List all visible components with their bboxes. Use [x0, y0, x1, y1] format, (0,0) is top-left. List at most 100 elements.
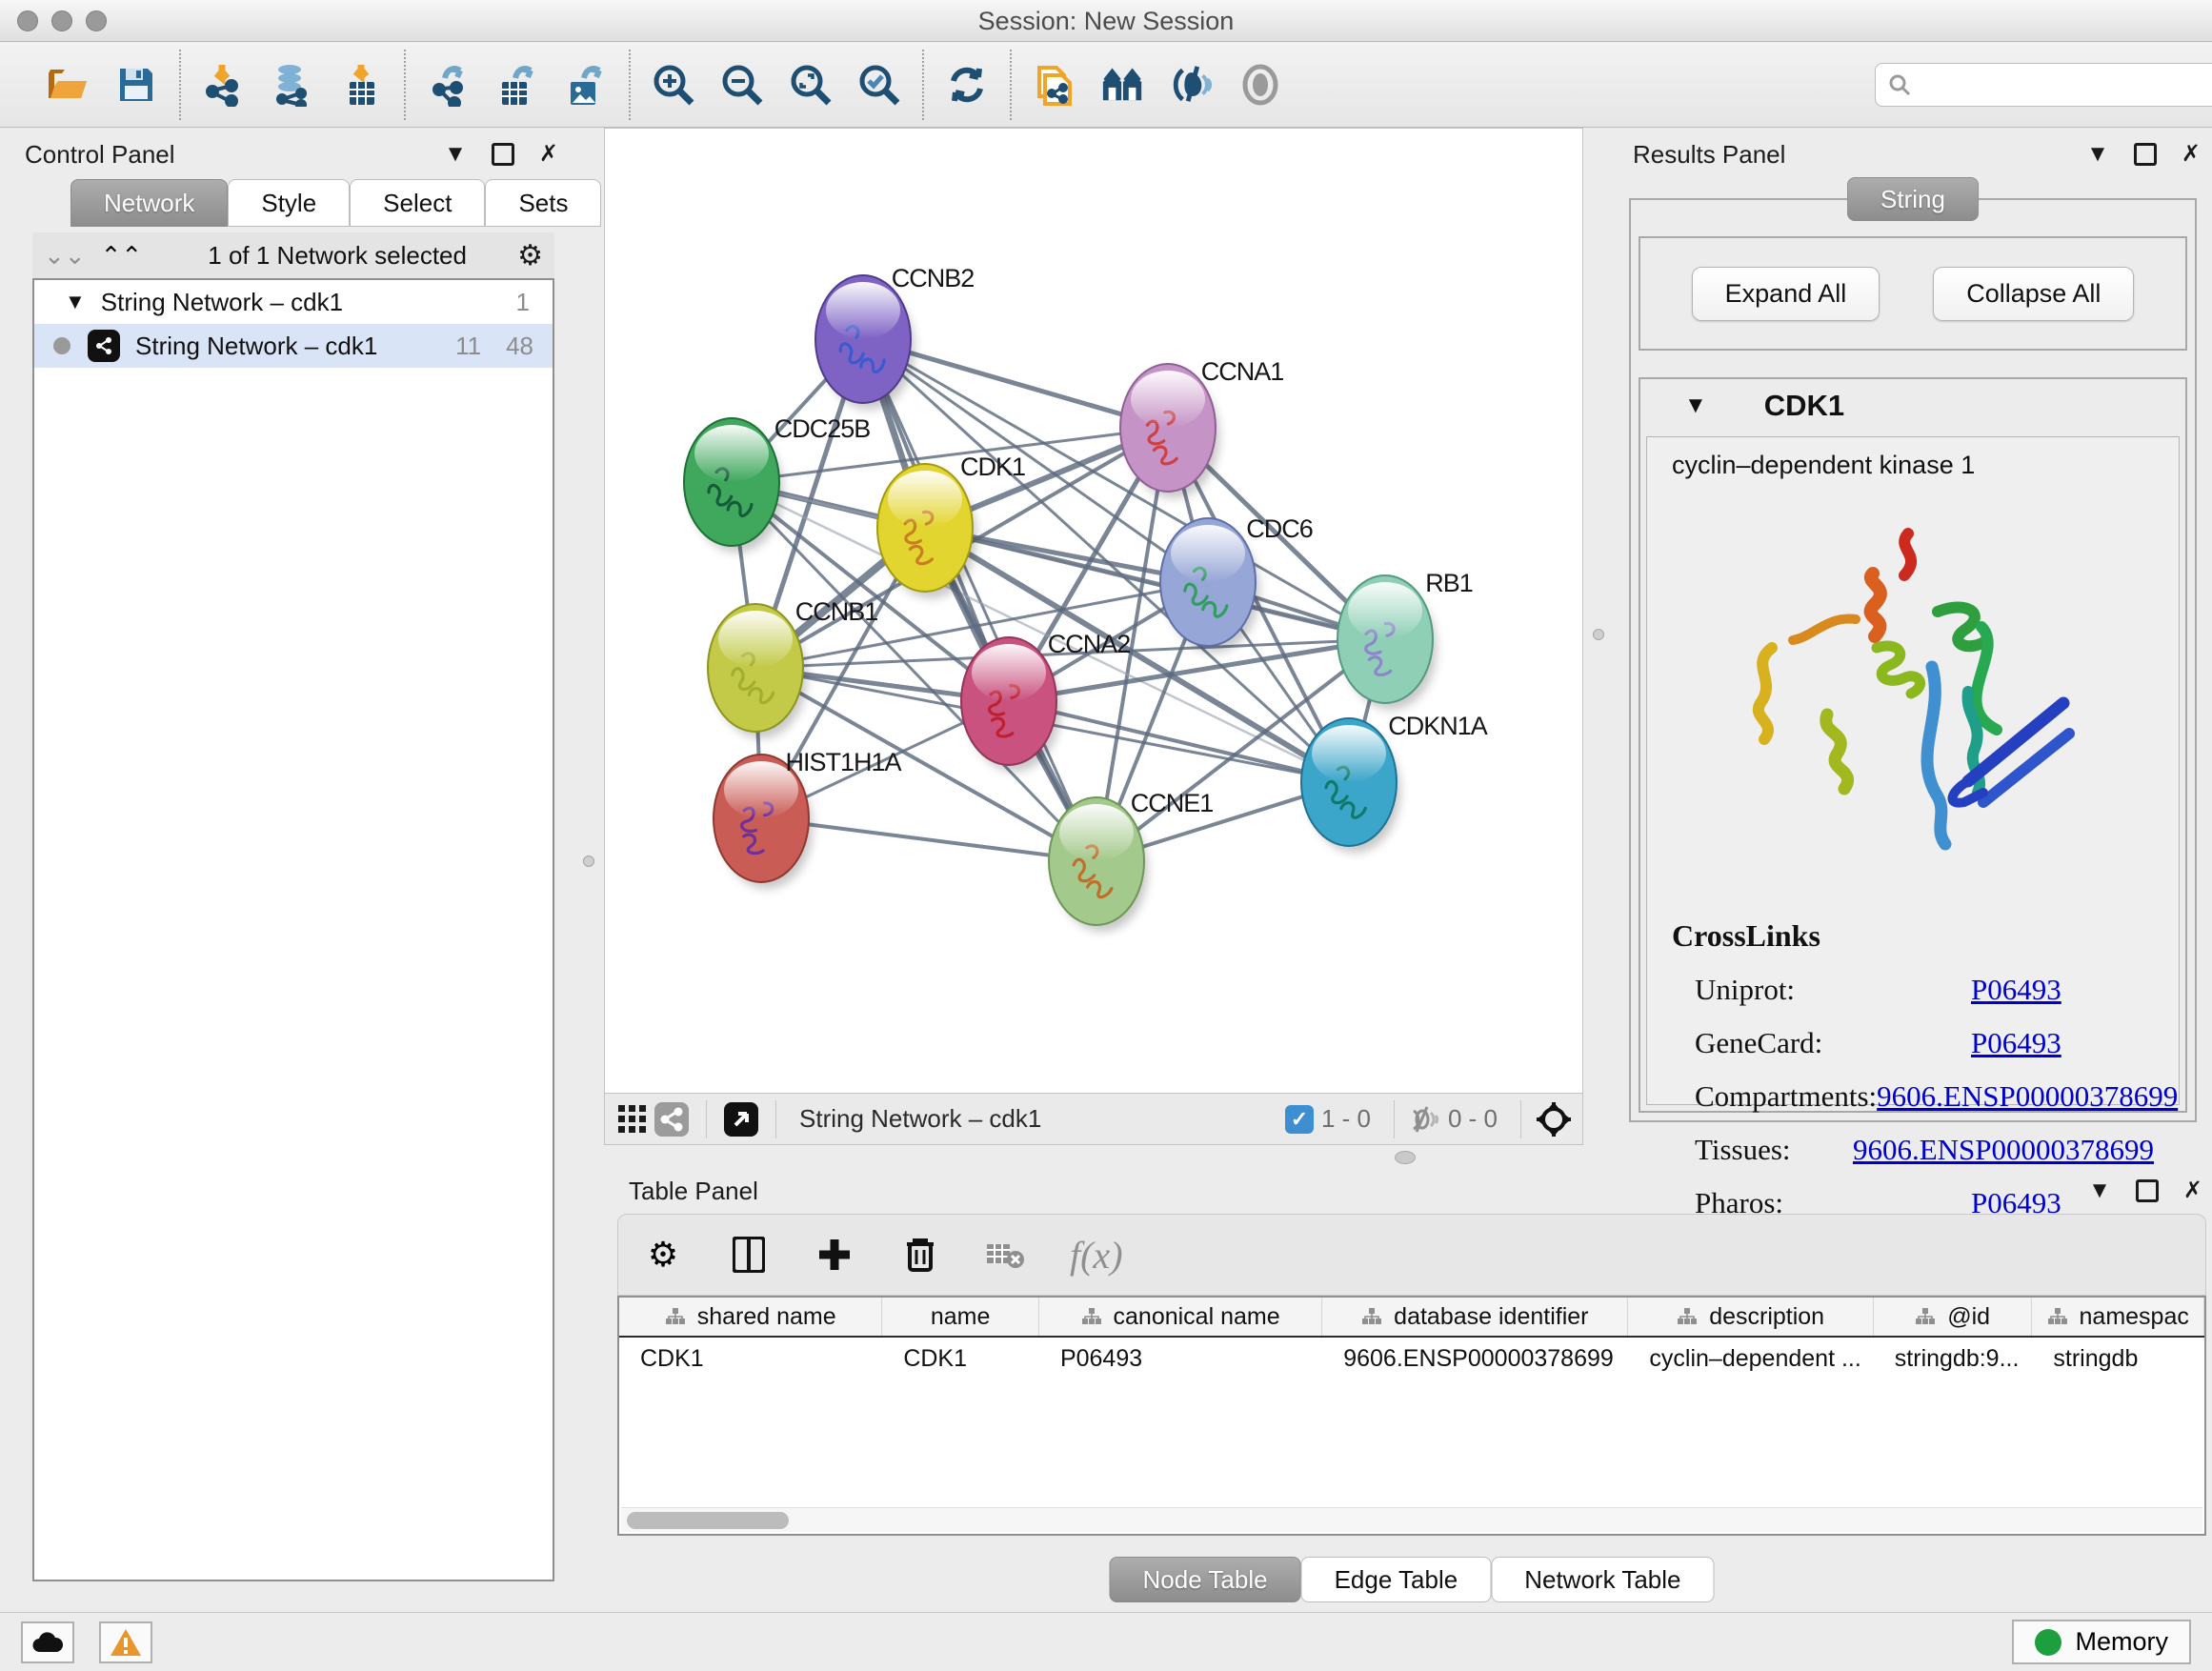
- fit-selected-crosshair-icon[interactable]: [1535, 1100, 1573, 1138]
- tab-node-table[interactable]: Node Table: [1110, 1557, 1301, 1602]
- zoom-out-icon[interactable]: [720, 63, 764, 107]
- panel-menu-icon[interactable]: ▼: [2088, 1179, 2111, 1202]
- table-cell[interactable]: cyclin–dependent ...: [1628, 1338, 1873, 1379]
- table-cell[interactable]: P06493: [1039, 1338, 1322, 1379]
- function-builder-icon[interactable]: f(x): [1070, 1233, 1123, 1278]
- copy-network-icon[interactable]: [1033, 63, 1076, 107]
- column-header-namespac[interactable]: namespac: [2032, 1298, 2204, 1336]
- close-panel-icon[interactable]: ✗: [539, 143, 558, 166]
- expand-all-button[interactable]: Expand All: [1692, 267, 1880, 321]
- refresh-icon[interactable]: [945, 63, 989, 107]
- memory-label: Memory: [2075, 1627, 2168, 1657]
- tab-style[interactable]: Style: [228, 179, 350, 227]
- save-session-icon[interactable]: [114, 63, 158, 107]
- expand-all-networks-icon[interactable]: ⌃⌃: [101, 241, 143, 271]
- network-node-ccna1[interactable]: CCNA1: [1120, 357, 1283, 498]
- crosslink-link[interactable]: P06493: [1971, 973, 2061, 1007]
- crosslink-link[interactable]: P06493: [1971, 1026, 2061, 1060]
- table-options-gear-icon[interactable]: ⚙: [641, 1233, 685, 1277]
- export-network-icon[interactable]: [427, 63, 471, 107]
- status-bar: Memory: [0, 1612, 2212, 1671]
- crosslink-link[interactable]: 9606.ENSP00000378699: [1853, 1133, 2154, 1167]
- import-network-icon[interactable]: [202, 63, 246, 107]
- panel-menu-icon[interactable]: ▼: [444, 143, 467, 166]
- entry-caret-icon[interactable]: ▼: [1684, 393, 1707, 419]
- tab-string[interactable]: String: [1847, 177, 1979, 221]
- column-header-database-identifier[interactable]: database identifier: [1322, 1298, 1628, 1336]
- title-bar: Session: New Session: [0, 0, 2212, 42]
- table-cell[interactable]: 9606.ENSP00000378699: [1322, 1338, 1628, 1379]
- network-node-cdkn1a[interactable]: CDKN1A: [1301, 712, 1488, 853]
- first-neighbors-icon[interactable]: [1101, 63, 1145, 107]
- show-all-icon[interactable]: [1238, 63, 1282, 107]
- show-columns-icon[interactable]: [727, 1233, 771, 1277]
- add-column-icon[interactable]: [813, 1233, 856, 1277]
- network-node-rb1[interactable]: RB1: [1337, 569, 1473, 710]
- network-badge-icon[interactable]: [651, 1101, 693, 1137]
- network-row[interactable]: String Network – cdk1 1148: [34, 324, 553, 368]
- zoom-fit-icon[interactable]: [789, 63, 833, 107]
- network-options-gear-icon[interactable]: ⚙: [517, 239, 543, 272]
- table-cell[interactable]: CDK1: [882, 1338, 1039, 1379]
- panel-menu-icon[interactable]: ▼: [2086, 143, 2109, 166]
- collapse-all-networks-icon[interactable]: ⌄⌄: [44, 241, 86, 271]
- zoom-in-icon[interactable]: [652, 63, 695, 107]
- tab-edge-table[interactable]: Edge Table: [1301, 1557, 1492, 1602]
- left-splitter-handle[interactable]: [583, 856, 594, 867]
- column-header-shared-name[interactable]: shared name: [619, 1298, 882, 1336]
- right-splitter-handle[interactable]: [1593, 629, 1604, 640]
- table-horizontal-scrollbar[interactable]: [621, 1507, 2202, 1532]
- float-panel-icon[interactable]: [2134, 143, 2157, 166]
- column-header-name[interactable]: name: [882, 1298, 1039, 1336]
- float-panel-icon[interactable]: [492, 143, 514, 166]
- warnings-button[interactable]: [99, 1621, 152, 1663]
- column-header-description[interactable]: description: [1628, 1298, 1873, 1336]
- export-image-icon[interactable]: [564, 63, 608, 107]
- column-header-canonical-name[interactable]: canonical name: [1039, 1298, 1322, 1336]
- tab-select[interactable]: Select: [350, 179, 485, 227]
- open-file-icon[interactable]: [46, 63, 90, 107]
- table-row[interactable]: CDK1CDK1P064939606.ENSP00000378699cyclin…: [619, 1338, 2204, 1379]
- close-panel-icon[interactable]: ✗: [2183, 1179, 2202, 1202]
- delete-column-icon[interactable]: [898, 1233, 942, 1277]
- network-node-ccna2[interactable]: CCNA2: [961, 630, 1130, 772]
- network-node-cdc25b[interactable]: CDC25B: [684, 414, 870, 553]
- cloud-status-button[interactable]: [21, 1621, 74, 1663]
- network-node-ccne1[interactable]: CCNE1: [1049, 789, 1213, 932]
- hide-selected-icon[interactable]: [1170, 63, 1214, 107]
- crosslink-row: Uniprot:P06493: [1695, 973, 2154, 1007]
- import-table-icon[interactable]: [339, 63, 383, 107]
- table-cell[interactable]: CDK1: [619, 1338, 882, 1379]
- crosslink-link[interactable]: 9606.ENSP00000378699: [1877, 1079, 2178, 1114]
- tab-network[interactable]: Network: [70, 179, 228, 227]
- collapse-all-button[interactable]: Collapse All: [1933, 267, 2134, 321]
- search-input[interactable]: [1875, 63, 2212, 107]
- entry-description: cyclin–dependent kinase 1: [1672, 451, 2154, 480]
- network-graph[interactable]: CCNB2CCNA1CDC25BCDK1CDC6RB1CCNB1CCNA2CDK…: [605, 129, 1582, 1093]
- collection-caret-icon[interactable]: ▼: [65, 290, 86, 314]
- close-panel-icon[interactable]: ✗: [2182, 143, 2201, 166]
- grid-view-icon[interactable]: [614, 1101, 651, 1137]
- table-cell[interactable]: stringdb: [2032, 1338, 2204, 1379]
- delete-table-icon[interactable]: [984, 1233, 1028, 1277]
- open-in-window-icon[interactable]: [720, 1101, 762, 1137]
- float-panel-icon[interactable]: [2136, 1179, 2159, 1202]
- crosslink-label: GeneCard:: [1695, 1026, 1971, 1060]
- zoom-selected-icon[interactable]: [857, 63, 901, 107]
- network-edge[interactable]: [863, 339, 1096, 861]
- network-node-hist1h1a[interactable]: HIST1H1A: [714, 748, 902, 889]
- network-collection-row[interactable]: ▼ String Network – cdk1 1: [34, 280, 553, 324]
- network-node-ccnb1[interactable]: CCNB1: [708, 597, 877, 738]
- network-view[interactable]: CCNB2CCNA1CDC25BCDK1CDC6RB1CCNB1CCNA2CDK…: [604, 128, 1583, 1145]
- tab-sets[interactable]: Sets: [485, 179, 601, 227]
- control-panel-tabs: Network Style Select Sets: [70, 179, 601, 227]
- column-header-@id[interactable]: @id: [1874, 1298, 2033, 1336]
- memory-button[interactable]: Memory: [2012, 1620, 2191, 1664]
- edge-count: 48: [506, 332, 533, 361]
- table-cell[interactable]: stringdb:9...: [1874, 1338, 2033, 1379]
- import-database-icon[interactable]: [271, 63, 314, 107]
- tab-network-table[interactable]: Network Table: [1491, 1557, 1714, 1602]
- selected-nodes-checkbox-icon[interactable]: ✓: [1285, 1105, 1314, 1134]
- export-table-icon[interactable]: [495, 63, 539, 107]
- hidden-elements-icon[interactable]: [1408, 1106, 1440, 1133]
